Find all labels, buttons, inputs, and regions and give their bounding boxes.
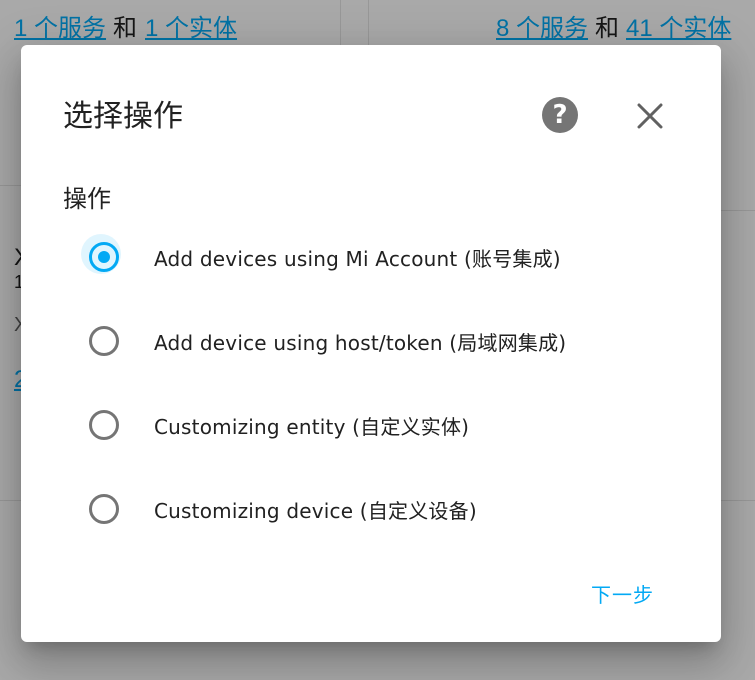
radio-button-checked[interactable]	[89, 242, 119, 272]
radio-option-label: Add devices using Mi Account (账号集成)	[154, 246, 561, 271]
close-icon	[637, 103, 663, 129]
radio-option-host-token[interactable]: Add device using host/token (局域网集成)	[87, 321, 687, 361]
section-label: 操作	[63, 185, 111, 213]
radio-option-customizing-device[interactable]: Customizing device (自定义设备)	[87, 489, 687, 529]
select-action-dialog: 选择操作 ? 操作 Add devices using Mi Account (…	[21, 45, 721, 642]
help-button[interactable]: ?	[542, 97, 578, 133]
radio-option-label: Add device using host/token (局域网集成)	[154, 330, 567, 355]
radio-option-label: Customizing device (自定义设备)	[154, 498, 477, 523]
next-step-button[interactable]: 下一步	[591, 579, 654, 608]
help-icon: ?	[552, 100, 568, 130]
dialog-title: 选择操作	[63, 99, 183, 134]
close-button[interactable]	[633, 99, 667, 133]
radio-button[interactable]	[89, 410, 119, 440]
radio-button[interactable]	[89, 326, 119, 356]
radio-option-mi-account[interactable]: Add devices using Mi Account (账号集成)	[81, 234, 687, 277]
radio-option-customizing-entity[interactable]: Customizing entity (自定义实体)	[87, 405, 687, 445]
radio-button[interactable]	[89, 494, 119, 524]
radio-option-label: Customizing entity (自定义实体)	[154, 414, 470, 439]
